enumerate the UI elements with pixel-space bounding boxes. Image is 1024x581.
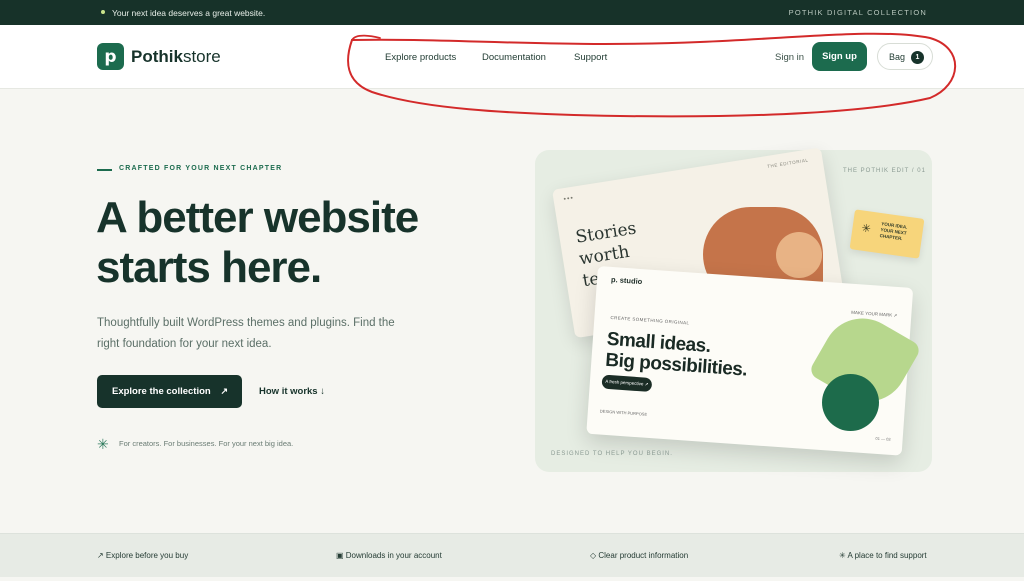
window-dots-icon: ••• <box>563 194 575 204</box>
editorial-tag: THE EDITORIAL <box>766 157 809 170</box>
nav-documentation[interactable]: Documentation <box>482 52 546 63</box>
hero-subtext: Thoughtfully built WordPress themes and … <box>97 317 395 350</box>
feature-downloads: ▣ Downloads in your account <box>336 551 442 560</box>
dark-green-circle <box>822 374 879 431</box>
announcement-bar: Your next idea deserves a great website.… <box>0 0 1024 25</box>
eyebrow-divider <box>97 169 112 171</box>
logo-wordmark[interactable]: Pothikstore <box>131 47 221 67</box>
sparkle-icon: ✳ <box>97 436 109 452</box>
sticky-text: YOUR IDEA. YOUR NEXT CHAPTER. <box>879 221 919 244</box>
studio-title: Small ideas. Big possibilities. <box>605 329 750 381</box>
logo-wordmark-bold: Pothik <box>131 47 183 66</box>
explore-collection-button[interactable]: Explore the collection ↗ <box>97 375 242 408</box>
features-strip: ↗ Explore before you buy ▣ Downloads in … <box>0 533 1024 577</box>
studio-brand: p. studio <box>610 274 643 287</box>
hero-note: For creators. For businesses. For your n… <box>119 439 294 448</box>
how-it-works-link[interactable]: How it works ↓ <box>259 386 325 397</box>
sign-in-link[interactable]: Sign in <box>775 52 804 63</box>
bag-label: Bag <box>889 52 906 62</box>
hero-headline: A better website starts here. <box>96 193 516 293</box>
arrow-up-right-icon: ↗ <box>220 386 228 396</box>
bag-count-badge: 1 <box>911 51 924 64</box>
feature-information: ◇ Clear product information <box>590 551 689 560</box>
headline-line-2: starts here. <box>96 243 322 292</box>
feature-support: ✳ A place to find support <box>839 551 927 560</box>
sparkle-icon: ✳ <box>860 222 872 236</box>
nav-support[interactable]: Support <box>574 52 607 63</box>
feature-explore: ↗ Explore before you buy <box>97 551 189 560</box>
peach-circle <box>776 232 822 278</box>
site-header: p Pothikstore Explore products Documenta… <box>0 25 1024 89</box>
bag-button[interactable]: Bag 1 <box>877 43 933 70</box>
preview-footer: DESIGNED TO HELP YOU BEGIN. <box>551 451 673 457</box>
bullet-dot-icon <box>101 10 105 14</box>
preview-tag: THE POTHIK EDIT / 01 <box>843 168 926 174</box>
studio-pill-button: A fresh perspective ↗ <box>601 374 653 393</box>
collection-brand-text: POTHIK DIGITAL COLLECTION <box>788 8 927 17</box>
studio-footer: DESIGN WITH PURPOSE <box>599 408 648 417</box>
logo-wordmark-rest: store <box>182 47 221 66</box>
hero-eyebrow: CRAFTED FOR YOUR NEXT CHAPTER <box>119 165 283 172</box>
announcement-text: Your next idea deserves a great website. <box>112 8 266 18</box>
sign-up-button[interactable]: Sign up <box>812 42 867 71</box>
studio-label: CREATE SOMETHING ORIGINAL <box>610 314 690 326</box>
nav-explore-products[interactable]: Explore products <box>385 52 456 63</box>
studio-pagination: 01 — 03 <box>875 435 891 442</box>
cta-label: Explore the collection <box>112 386 211 397</box>
logo-icon[interactable]: p <box>97 43 124 70</box>
headline-line-1: A better website <box>96 193 419 242</box>
